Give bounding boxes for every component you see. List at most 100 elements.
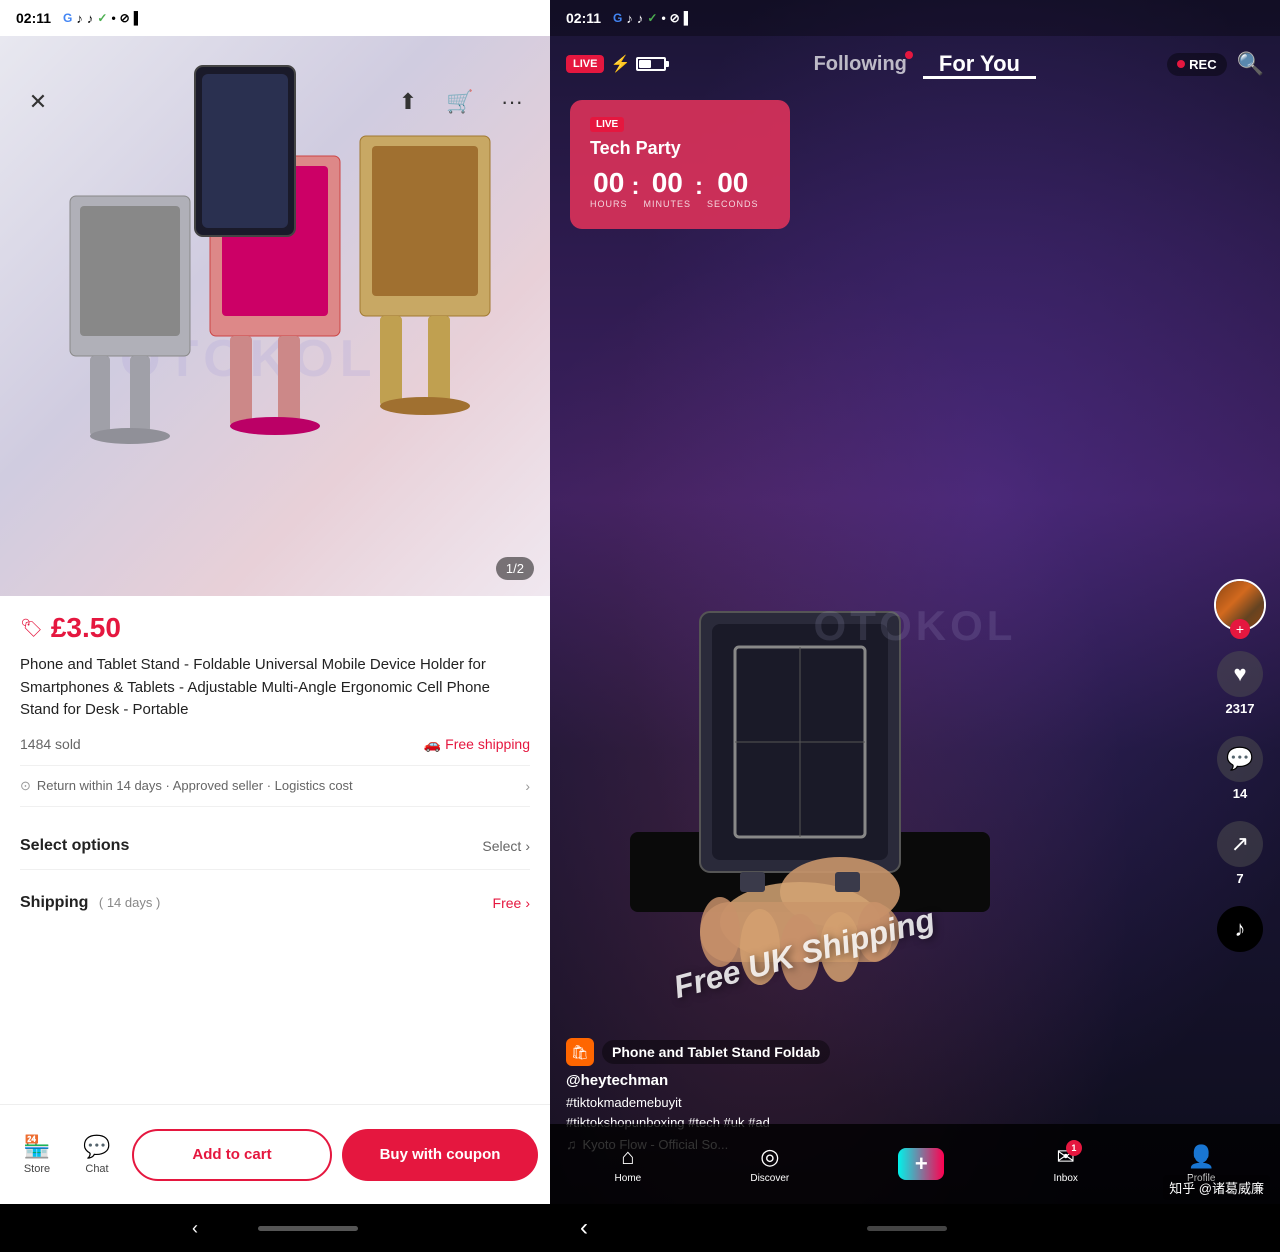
discover-nav-item[interactable]: ◎ Discover <box>750 1144 789 1184</box>
shipping-chevron-icon: › <box>525 895 530 911</box>
select-options-row[interactable]: Select options Select › <box>20 823 530 870</box>
seconds-label: SECONDS <box>707 199 759 209</box>
free-shipping-text: Free shipping <box>445 736 530 752</box>
check-icon: ✓ <box>97 11 107 25</box>
battery-icon: ▌ <box>134 11 143 25</box>
share-button-right[interactable]: ↗ 7 <box>1217 821 1263 886</box>
status-bar-left: 02:11 G ♪ ♪ ✓ • ⊘ ▌ <box>0 0 550 36</box>
hashtag1[interactable]: #tiktokmademebuyit <box>566 1095 682 1110</box>
live-countdown-overlay[interactable]: LIVE Tech Party 00 HOURS : 00 MINUTES : … <box>570 100 790 229</box>
product-card-bottom[interactable]: 🛍 Phone and Tablet Stand Foldab <box>566 1038 1200 1072</box>
sold-count: 1484 sold <box>20 736 81 752</box>
status-icons-left: G ♪ ♪ ✓ • ⊘ ▌ <box>63 11 142 26</box>
select-chevron-icon: › <box>525 838 530 854</box>
live-countdown-badge: LIVE <box>590 117 624 132</box>
battery-fill <box>639 60 651 68</box>
tiktok-symbol: ♪ <box>1235 916 1246 942</box>
separator2: : <box>695 175 703 199</box>
follow-plus-button[interactable]: + <box>1230 619 1250 639</box>
wifi-icon: ⊘ <box>120 11 130 25</box>
top-nav-right: ⬆ 🛒 ··· <box>390 84 530 120</box>
shop-icon: 🛍 <box>566 1038 594 1066</box>
system-nav-left: ‹ <box>0 1204 550 1252</box>
return-policy-label: Return within 14 days · Approved seller … <box>37 778 353 793</box>
inbox-badge-count: 1 <box>1066 1140 1082 1156</box>
hours-label: HOURS <box>590 199 628 209</box>
select-text: Select <box>482 838 521 854</box>
shipping-free-text: Free <box>493 895 522 911</box>
price: £3.50 <box>51 612 121 644</box>
battery-icon-right: ▌ <box>684 11 693 25</box>
rec-badge: REC <box>1167 53 1226 76</box>
return-policy-text: ⊙ Return within 14 days · Approved selle… <box>20 778 353 794</box>
back-button-left[interactable]: ‹ <box>192 1218 198 1239</box>
chat-button[interactable]: 💬 Chat <box>72 1134 122 1175</box>
shipping-label: Shipping <box>20 894 88 911</box>
image-counter: 1/2 <box>496 557 534 580</box>
comment-button[interactable]: 💬 14 <box>1217 736 1263 801</box>
return-chevron-icon: › <box>525 778 530 794</box>
create-button[interactable]: + <box>898 1148 944 1180</box>
store-label: Store <box>24 1163 50 1175</box>
battery-bar <box>636 57 666 71</box>
close-button[interactable]: ✕ <box>20 84 56 120</box>
shipping-section: Shipping ( 14 days ) <box>20 894 160 912</box>
minutes-unit: 00 MINUTES <box>644 169 692 209</box>
right-watermark: OTOKOL <box>814 602 1017 650</box>
avatar-container: + <box>1214 579 1266 631</box>
username[interactable]: @heytechman <box>566 1072 1200 1089</box>
wifi-x-icon: ⊘ <box>670 11 680 25</box>
product-shop-row: 🛍 Phone and Tablet Stand Foldab <box>566 1038 1200 1066</box>
home-pill-left[interactable] <box>258 1226 358 1231</box>
home-pill-right[interactable] <box>867 1226 947 1231</box>
back-button-right[interactable]: ‹ <box>580 1214 588 1242</box>
product-image-container[interactable]: ✕ ⬆ 🛒 ··· OTOKOL <box>0 36 550 596</box>
home-nav-item[interactable]: ⌂ Home <box>615 1144 642 1184</box>
left-panel: 02:11 G ♪ ♪ ✓ • ⊘ ▌ ✕ ⬆ 🛒 ··· <box>0 0 550 1252</box>
cart-button[interactable]: 🛒 <box>442 84 478 120</box>
product-card-name: Phone and Tablet Stand Foldab <box>602 1040 830 1064</box>
product-title: Phone and Tablet Stand - Foldable Univer… <box>20 654 530 722</box>
lightning-icon: ⚡ <box>610 54 630 74</box>
heart-icon: ♥ <box>1217 651 1263 697</box>
status-icons-right: G ♪ ♪ ✓ • ⊘ ▌ <box>613 11 692 26</box>
shipping-days: ( 14 days ) <box>99 895 160 910</box>
for-you-tab-container: For You <box>923 51 1036 77</box>
search-button[interactable]: 🔍 <box>1237 51 1264 77</box>
store-button[interactable]: 🏪 Store <box>12 1134 62 1175</box>
select-options-label: Select options <box>20 837 129 855</box>
buy-with-coupon-button[interactable]: Buy with coupon <box>342 1129 538 1181</box>
add-to-cart-button[interactable]: Add to cart <box>132 1129 332 1181</box>
price-row: 🏷 £3.50 <box>20 612 530 644</box>
store-icon: 🏪 <box>23 1134 50 1160</box>
following-tab[interactable]: Following <box>798 53 923 75</box>
tiktok-logo: ♪ <box>1217 906 1263 952</box>
inbox-label: Inbox <box>1053 1173 1077 1184</box>
inbox-nav-item[interactable]: ✉ Inbox 1 <box>1053 1144 1077 1184</box>
countdown-timer: 00 HOURS : 00 MINUTES : 00 SECONDS <box>590 169 770 209</box>
price-icon: 🏷 <box>20 618 43 639</box>
tiktok-live-section: LIVE ⚡ <box>566 54 666 74</box>
live-badge[interactable]: LIVE <box>566 55 604 73</box>
tiktok-status-icon2: ♪ <box>87 11 94 26</box>
shares-count: 7 <box>1236 871 1243 886</box>
rec-dot <box>1177 60 1185 68</box>
comment-icon: 💬 <box>1217 736 1263 782</box>
tiktok-icon2: ♪ <box>637 11 644 26</box>
top-nav: ✕ ⬆ 🛒 ··· <box>0 72 550 132</box>
home-icon: ⌂ <box>621 1144 634 1170</box>
separator1: : <box>632 175 640 199</box>
status-time-left: 02:11 <box>16 10 51 26</box>
status-time-right: 02:11 <box>566 10 601 26</box>
return-row[interactable]: ⊙ Return within 14 days · Approved selle… <box>20 765 530 807</box>
shipping-row[interactable]: Shipping ( 14 days ) Free › <box>20 884 530 922</box>
following-tab-container: Following <box>798 53 923 76</box>
more-button[interactable]: ··· <box>494 84 530 120</box>
for-you-tab[interactable]: For You <box>923 51 1036 79</box>
like-button[interactable]: ♥ 2317 <box>1217 651 1263 716</box>
share-button[interactable]: ⬆ <box>390 84 426 120</box>
seconds-unit: 00 SECONDS <box>707 169 759 209</box>
tiktok-top-right: REC 🔍 <box>1167 51 1264 77</box>
system-nav-right: ‹ <box>550 1204 1280 1252</box>
status-bar-right: 02:11 G ♪ ♪ ✓ • ⊘ ▌ <box>550 0 1280 36</box>
